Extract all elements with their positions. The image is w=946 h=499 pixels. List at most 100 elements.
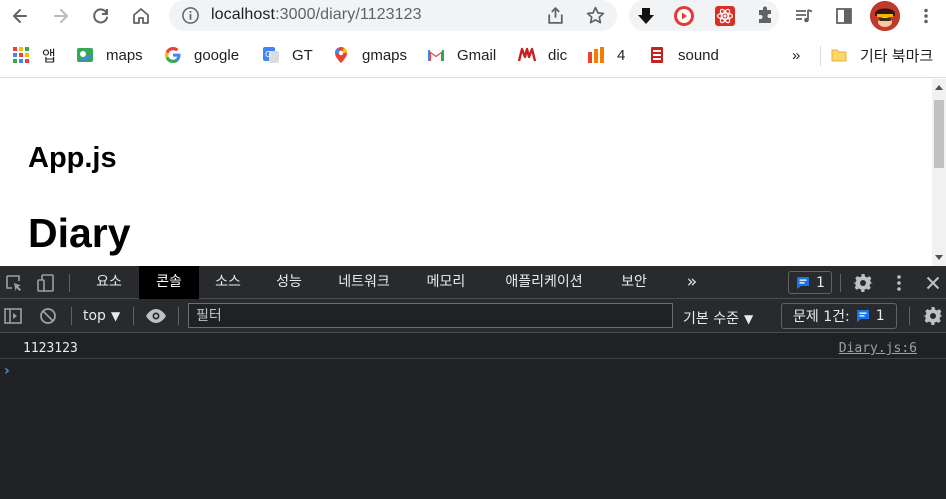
tab-application[interactable]: 애플리케이션 <box>484 266 604 299</box>
bookmark-label: 앱 <box>42 47 56 65</box>
download-extension[interactable] <box>634 4 658 28</box>
media-control-button[interactable] <box>791 3 817 29</box>
block-icon <box>40 308 56 324</box>
page-scrollbar[interactable] <box>932 79 946 266</box>
apps-grid-icon <box>12 46 30 64</box>
issues-button[interactable]: 문제 1건: 1 <box>781 303 897 329</box>
gear-icon <box>923 307 943 325</box>
address-bar[interactable]: localhost:3000/diary/1123123 <box>169 0 617 31</box>
bookmarks-bar: 앱 maps google G GT gmaps Gmail dic 4 sou… <box>0 32 946 78</box>
close-icon <box>926 276 940 290</box>
log-levels-dropdown[interactable]: 기본 수준 ▼ <box>683 308 753 328</box>
tab-security[interactable]: 보안 <box>605 266 663 299</box>
context-selector[interactable]: top ▼ <box>83 308 120 324</box>
share-icon[interactable] <box>545 5 566 26</box>
prompt-chevron-icon: › <box>4 363 10 379</box>
inspect-element-button[interactable] <box>4 273 24 293</box>
tab-memory[interactable]: 메모리 <box>410 266 482 299</box>
maps-icon <box>76 46 94 64</box>
toolbar-divider <box>69 274 70 292</box>
tab-network[interactable]: 네트워크 <box>320 266 408 299</box>
issues-count: 1 <box>816 274 825 291</box>
bookmark-gmaps[interactable]: gmaps <box>332 45 407 65</box>
home-button[interactable] <box>128 3 154 29</box>
reload-icon <box>93 8 108 24</box>
bookmark-label: 기타 북마크 <box>860 47 934 65</box>
scroll-down-arrow-icon[interactable] <box>935 255 943 260</box>
react-icon <box>715 6 735 26</box>
profile-avatar[interactable] <box>870 1 900 31</box>
play-extension[interactable] <box>672 4 696 28</box>
bookmark-dic[interactable]: dic <box>518 45 567 65</box>
forward-button[interactable] <box>48 3 74 29</box>
bookmarks-divider <box>820 46 821 66</box>
play-circle-icon <box>674 6 694 26</box>
live-expression-button[interactable] <box>145 306 167 326</box>
dropdown-triangle-icon: ▼ <box>743 312 754 326</box>
log-source-link[interactable]: Diary.js:6 <box>839 341 917 356</box>
message-icon <box>856 310 869 322</box>
arrow-right-icon <box>54 9 68 23</box>
toolbar-divider <box>133 307 134 325</box>
show-sidebar-button[interactable] <box>3 306 23 326</box>
extensions-button[interactable] <box>753 4 777 28</box>
bookmark-office[interactable]: 4 <box>587 45 625 65</box>
side-panel-icon <box>836 8 852 24</box>
chrome-menu-button[interactable] <box>913 3 939 29</box>
page-viewport: App.js Diary <box>0 79 946 266</box>
back-button[interactable] <box>7 3 33 29</box>
toolbar-divider <box>840 274 841 292</box>
tab-performance[interactable]: 성능 <box>259 266 319 299</box>
tab-console[interactable]: 콘솔 <box>139 266 199 299</box>
star-icon[interactable] <box>585 5 606 26</box>
console-log-row: 1123123 Diary.js:6 <box>0 336 946 359</box>
svg-text:G: G <box>265 50 271 59</box>
kebab-menu-icon <box>897 275 901 291</box>
bookmark-maps[interactable]: maps <box>76 45 143 65</box>
bookmarks-overflow-button[interactable]: » <box>792 45 800 65</box>
other-bookmarks-folder[interactable]: 기타 북마크 <box>830 45 933 65</box>
side-panel-button[interactable] <box>831 3 857 29</box>
message-icon <box>797 276 810 289</box>
issues-counter-button[interactable]: 1 <box>788 271 832 294</box>
console-filter-input[interactable] <box>188 303 673 328</box>
tab-sources[interactable]: 소스 <box>199 266 257 299</box>
log-message: 1123123 <box>23 341 78 356</box>
device-toolbar-button[interactable] <box>36 273 56 293</box>
more-tabs-button[interactable]: » <box>672 266 712 299</box>
url-text: localhost:3000/diary/1123123 <box>211 6 422 23</box>
devtools-settings-button[interactable] <box>852 272 874 294</box>
gear-icon <box>853 274 873 292</box>
home-icon <box>133 8 149 24</box>
bookmark-apps[interactable]: 앱 <box>12 45 56 65</box>
browser-toolbar: localhost:3000/diary/1123123 <box>0 0 946 32</box>
avatar-image-icon <box>870 1 900 31</box>
overflow-chevron-icon: » <box>792 46 801 64</box>
bookmark-label: gmaps <box>362 46 408 64</box>
bookmark-sound[interactable]: sound <box>648 45 719 65</box>
react-devtools-extension[interactable] <box>713 4 737 28</box>
clear-console-button[interactable] <box>38 306 58 326</box>
scroll-up-arrow-icon[interactable] <box>935 85 943 90</box>
bookmark-label: Gmail <box>457 46 497 64</box>
devtools-menu-button[interactable] <box>889 272 909 294</box>
scroll-thumb[interactable] <box>934 100 944 168</box>
bookmark-gt[interactable]: G GT <box>262 45 313 65</box>
close-devtools-button[interactable] <box>922 272 944 294</box>
console-toolbar: top ▼ 기본 수준 ▼ 문제 1건: 1 <box>0 299 946 333</box>
issues-count: 1 <box>875 308 885 324</box>
bookmark-label: sound <box>678 46 719 64</box>
tab-elements[interactable]: 요소 <box>80 266 138 299</box>
info-icon[interactable] <box>181 6 200 25</box>
console-settings-button[interactable] <box>922 305 944 327</box>
bookmark-google[interactable]: google <box>164 45 239 65</box>
map-pin-icon <box>332 46 350 64</box>
bookmark-label: google <box>194 46 240 64</box>
bookmark-gmail[interactable]: Gmail <box>427 45 496 65</box>
console-prompt[interactable]: › <box>4 363 10 379</box>
app-heading: App.js <box>28 142 117 174</box>
toolbar-divider <box>178 307 179 325</box>
reload-button[interactable] <box>88 3 114 29</box>
diary-heading: Diary <box>28 210 131 256</box>
dictionary-icon <box>518 46 536 64</box>
